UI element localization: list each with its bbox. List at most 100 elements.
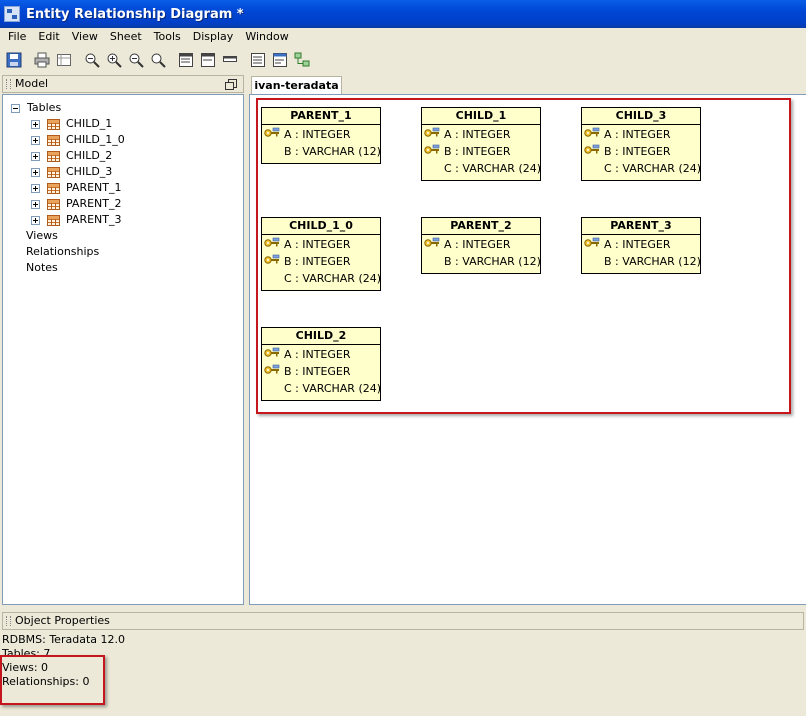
expand-icon[interactable] — [31, 151, 40, 161]
tree-item-table[interactable]: CHILD_3 — [31, 164, 112, 180]
menu-file[interactable]: File — [0, 28, 32, 46]
tree-node-tables[interactable]: Tables — [11, 100, 61, 116]
tree-item-table[interactable]: CHILD_1_0 — [31, 132, 125, 148]
print-icon[interactable] — [32, 50, 52, 70]
column-label: A : INTEGER — [284, 238, 351, 251]
table-icon — [47, 198, 60, 210]
diagram-canvas[interactable]: PARENT_1 A : INTEGER B : VARCHAR (12) CHILD… — [249, 94, 806, 605]
arrange-icon[interactable] — [292, 50, 312, 70]
entity-column: A : INTEGER — [582, 236, 700, 253]
table-icon — [47, 182, 60, 194]
tree-node-views[interactable]: Views — [26, 228, 58, 244]
entity-column: B : INTEGER — [262, 363, 380, 380]
expand-icon[interactable] — [31, 215, 40, 225]
entity-table[interactable]: PARENT_2 A : INTEGER B : VARCHAR (12) — [421, 217, 541, 274]
entity-table[interactable]: CHILD_2 A : INTEGER B : INTEGER C : VARCHAR… — [261, 327, 381, 401]
expand-icon[interactable] — [31, 119, 40, 129]
tree-item-label: CHILD_1 — [66, 117, 113, 130]
object-properties-header: Object Properties — [2, 612, 804, 630]
tree-item-label: CHILD_2 — [66, 149, 113, 162]
menu-sheet[interactable]: Sheet — [104, 28, 148, 46]
column-label: B : INTEGER — [604, 145, 671, 158]
entity-title: PARENT_1 — [262, 108, 380, 125]
entity-title: CHILD_3 — [582, 108, 700, 125]
table-icon — [47, 166, 60, 178]
menu-window[interactable]: Window — [239, 28, 294, 46]
entity-column: C : VARCHAR (24) — [262, 380, 382, 397]
column-label: B : INTEGER — [284, 365, 351, 378]
entity-columns: A : INTEGER B : VARCHAR (12) — [582, 235, 701, 273]
save-icon[interactable] — [4, 50, 24, 70]
tree-item-label: CHILD_1_0 — [66, 133, 125, 146]
primary-key-icon — [262, 347, 284, 362]
entity-table[interactable]: CHILD_1_0 A : INTEGER B : INTEGER C : VARCH… — [261, 217, 381, 291]
expand-icon[interactable] — [31, 167, 40, 177]
column-label: A : INTEGER — [284, 348, 351, 361]
table-view-icon[interactable] — [176, 50, 196, 70]
primary-key-icon — [422, 127, 444, 142]
primary-key-icon — [422, 237, 444, 252]
column-label: C : VARCHAR (24) — [604, 162, 702, 175]
entity-table[interactable]: PARENT_1 A : INTEGER B : VARCHAR (12) — [261, 107, 381, 164]
entity-table[interactable]: CHILD_1 A : INTEGER B : INTEGER C : VARCHAR… — [421, 107, 541, 181]
tree-label-views: Views — [26, 229, 58, 242]
tree-item-table[interactable]: PARENT_1 — [31, 180, 122, 196]
expand-icon[interactable] — [31, 135, 40, 145]
entity-column: B : VARCHAR (12) — [582, 253, 701, 270]
tree-item-table[interactable]: PARENT_2 — [31, 196, 122, 212]
page-setup-icon[interactable] — [54, 50, 74, 70]
entity-columns: A : INTEGER B : INTEGER C : VARCHAR (24) — [262, 235, 382, 290]
toolbar — [0, 48, 806, 72]
entity-column: B : VARCHAR (12) — [422, 253, 541, 270]
table-icon — [47, 150, 60, 162]
entity-title: PARENT_3 — [582, 218, 700, 235]
tree-node-notes[interactable]: Notes — [26, 260, 58, 276]
primary-key-icon — [262, 237, 284, 252]
zoom-icon[interactable] — [148, 50, 168, 70]
entity-column: B : INTEGER — [262, 253, 380, 270]
menu-tools[interactable]: Tools — [148, 28, 187, 46]
tree-item-label: CHILD_3 — [66, 165, 113, 178]
column-label: B : INTEGER — [444, 145, 511, 158]
entity-title: CHILD_2 — [262, 328, 380, 345]
entity-column: C : VARCHAR (24) — [262, 270, 382, 287]
entity-table[interactable]: PARENT_3 A : INTEGER B : VARCHAR (12) — [581, 217, 701, 274]
model-panel-title: Model — [15, 77, 49, 90]
column-label: C : VARCHAR (24) — [284, 382, 382, 395]
column-view-icon[interactable] — [198, 50, 218, 70]
entity-columns: A : INTEGER B : VARCHAR (12) — [262, 125, 381, 163]
zoom-out-icon[interactable] — [126, 50, 146, 70]
entity-columns: A : INTEGER B : VARCHAR (12) — [422, 235, 541, 273]
entity-column: C : VARCHAR (24) — [582, 160, 702, 177]
entity-columns: A : INTEGER B : INTEGER C : VARCHAR (24) — [262, 345, 382, 400]
menu-display[interactable]: Display — [187, 28, 240, 46]
entity-column: A : INTEGER — [422, 236, 540, 253]
layout-icon[interactable] — [248, 50, 268, 70]
properties-icon[interactable] — [270, 50, 290, 70]
zoom-fit-icon[interactable] — [82, 50, 102, 70]
diagram-app-icon — [4, 6, 20, 22]
tree-item-label: PARENT_1 — [66, 181, 122, 194]
collapse-icon[interactable] — [11, 103, 20, 113]
primary-key-icon — [262, 254, 284, 269]
entity-table[interactable]: CHILD_3 A : INTEGER B : INTEGER C : VARCHAR… — [581, 107, 701, 181]
restore-panel-icon[interactable] — [225, 79, 237, 90]
tree-item-table[interactable]: PARENT_3 — [31, 212, 122, 228]
tree-item-table[interactable]: CHILD_1 — [31, 116, 112, 132]
tab-ivan-teradata[interactable]: ivan-teradata — [251, 76, 342, 95]
table-icon — [47, 118, 60, 130]
column-label: A : INTEGER — [604, 238, 671, 251]
menu-edit[interactable]: Edit — [32, 28, 65, 46]
zoom-in-icon[interactable] — [104, 50, 124, 70]
expand-icon[interactable] — [31, 199, 40, 209]
entity-columns: A : INTEGER B : INTEGER C : VARCHAR (24) — [422, 125, 541, 180]
tree-node-relationships[interactable]: Relationships — [26, 244, 99, 260]
column-label: B : VARCHAR (12) — [604, 255, 701, 268]
tree-item-table[interactable]: CHILD_2 — [31, 148, 112, 164]
column-label: C : VARCHAR (24) — [284, 272, 382, 285]
expand-icon[interactable] — [31, 183, 40, 193]
title-view-icon[interactable] — [220, 50, 240, 70]
menu-view[interactable]: View — [66, 28, 104, 46]
menu-bar: File Edit View Sheet Tools Display Windo… — [0, 28, 806, 46]
primary-key-icon — [582, 127, 604, 142]
